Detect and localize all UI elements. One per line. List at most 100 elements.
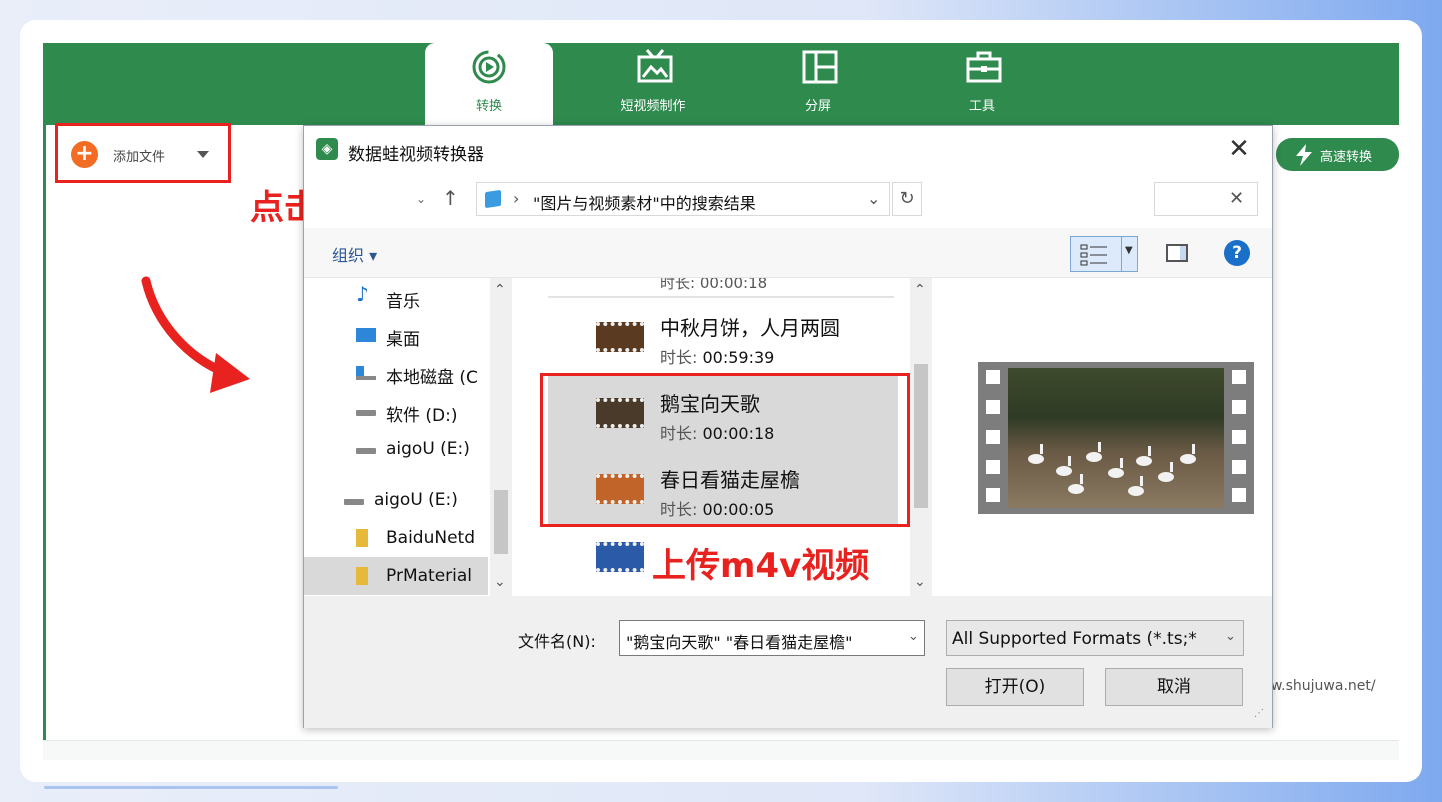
add-file-button[interactable]: + 添加文件 [55,123,231,183]
view-button-divider [1121,237,1122,271]
preview-pane [932,278,1272,596]
scrollbar-thumb[interactable] [914,364,928,508]
website-url-text: w.shujuwa.net/ [1271,678,1376,694]
organize-menu[interactable]: 组织 ▾ [332,242,377,266]
nav-item-label: PrMaterial [386,566,473,586]
nav-item-software-drive[interactable]: 软件 (D:) [304,392,488,430]
view-mode-button[interactable]: ▼ [1070,236,1138,272]
tab-split-screen-label: 分屏 [804,99,831,114]
address-path: "图片与视频素材"中的搜索结果 [533,194,756,213]
refresh-icon[interactable]: ↻ [892,182,922,216]
help-icon[interactable]: ? [1224,240,1250,266]
toolbox-icon [966,51,1002,83]
nav-item-label: 软件 (D:) [386,406,458,426]
history-dropdown-icon[interactable]: ⌄ [416,192,426,206]
file-type-select[interactable]: All Supported Formats (*.ts;* ⌄ [946,620,1244,656]
nav-item-label: 音乐 [386,292,420,312]
scroll-up-icon[interactable]: ⌃ [494,282,506,298]
scroll-up-icon[interactable]: ⌃ [914,282,926,298]
up-arrow-icon[interactable]: ↑ [442,186,459,210]
app-footer-strip [43,740,1399,760]
nav-item-label: 本地磁盘 (C [386,368,478,388]
tab-convert[interactable]: 转换 [425,43,553,125]
tab-short-video-label: 短视频制作 [620,99,686,114]
red-arrow-annotation [141,276,250,393]
tab-tools-label: 工具 [968,99,995,114]
app-left-border [43,125,46,760]
navigation-pane: ♪ 音乐 桌面 本地磁盘 (C 软件 (D:) aigoU (E:) aigoU… [304,278,512,596]
filename-value: "鹅宝向天歌" "春日看猫走屋檐" [626,633,853,652]
tab-short-video[interactable]: 短视频制作 [589,43,717,125]
dialog-title-bar: ◈ 数据蛙视频转换器 ✕ [304,126,1272,174]
address-bar[interactable]: › "图片与视频素材"中的搜索结果 ⌄ [476,182,890,216]
bottom-accent-bar [44,786,338,789]
dialog-toolbar: 组织 ▾ ▼ ? [304,228,1272,278]
file-name: 中秋月饼，人月两圆 [660,316,840,340]
tab-tools[interactable]: 工具 [918,43,1046,125]
search-results-icon [485,189,501,209]
preview-frame-image [1008,368,1224,508]
nav-pane-scrollbar[interactable]: ⌃ ⌄ [490,278,512,596]
high-speed-convert-button[interactable]: 高速转换 [1276,138,1399,171]
details-view-icon [1080,244,1107,266]
filename-input[interactable]: "鹅宝向天歌" "春日看猫走屋檐" ⌄ [619,620,925,656]
open-file-dialog: ◈ 数据蛙视频转换器 ✕ ⌄ ↑ › "图片与视频素材"中的搜索结果 ⌄ ↻ ✕… [303,125,1273,728]
view-dropdown-icon[interactable]: ▼ [1125,245,1133,256]
tab-convert-label: 转换 [475,99,502,114]
annotation-upload-hint: 上传m4v视频 [652,546,870,586]
partial-row-text: 时长: 00:00:18 [660,278,768,292]
video-preview-filmstrip [978,362,1254,514]
tab-split-screen[interactable]: 分屏 [754,43,882,125]
nav-item-music[interactable]: ♪ 音乐 [304,278,488,316]
file-list-scrollbar[interactable]: ⌃ ⌄ [910,278,932,596]
filename-label: 文件名(N): [518,632,596,651]
clear-search-icon[interactable]: ✕ [1229,188,1244,209]
resize-grip-icon[interactable]: ⋰ [1254,708,1264,719]
search-input[interactable]: ✕ [1154,182,1258,216]
folder-icon [356,529,368,547]
preview-pane-icon[interactable] [1166,244,1188,262]
music-icon: ♪ [356,282,369,306]
open-button[interactable]: 打开(O) [946,668,1084,706]
video-thumbnail-icon [596,542,644,572]
drive-icon [356,448,376,454]
nav-item-prmaterial[interactable]: PrMaterial [304,557,488,595]
dialog-title: 数据蛙视频转换器 [348,145,484,165]
folder-icon [356,567,368,585]
organize-label: 组织 [332,246,365,265]
nav-item-aigou-1[interactable]: aigoU (E:) [304,430,488,468]
chevron-down-icon[interactable]: ⌄ [1225,629,1236,644]
file-row[interactable]: 中秋月饼，人月两圆 时长: 00:59:39 [548,298,898,374]
nav-item-local-disk[interactable]: 本地磁盘 (C [304,354,488,392]
tv-icon [637,49,673,83]
high-speed-convert-label: 高速转换 [1320,150,1373,165]
top-navigation-bar: 转换 短视频制作 分屏 工具 [43,43,1399,125]
drive-icon [356,410,376,416]
scroll-down-icon[interactable]: ⌄ [494,574,506,590]
nav-item-aigou-2[interactable]: aigoU (E:) [304,481,488,519]
video-thumbnail-icon [596,322,644,352]
convert-icon [472,50,506,84]
nav-item-label: aigoU (E:) [386,439,470,459]
address-bar-row: ⌄ ↑ › "图片与视频素材"中的搜索结果 ⌄ ↻ ✕ [304,174,1272,228]
dialog-bottom-panel: 文件名(N): "鹅宝向天歌" "春日看猫走屋檐" ⌄ All Supporte… [304,596,1272,728]
nav-item-desktop[interactable]: 桌面 [304,316,488,354]
cancel-button[interactable]: 取消 [1105,668,1243,706]
drive-icon [344,499,364,505]
nav-item-label: BaiduNetd [386,528,476,548]
address-dropdown-icon[interactable]: ⌄ [867,189,880,208]
scroll-down-icon[interactable]: ⌄ [914,574,926,590]
nav-item-label: 桌面 [386,330,420,350]
chevron-down-icon[interactable]: ⌄ [908,629,919,644]
lightning-icon [1296,144,1312,166]
scrollbar-thumb[interactable] [494,490,508,554]
split-screen-icon [802,50,838,84]
chevron-down-icon[interactable] [197,151,209,158]
desktop-icon [356,328,376,342]
close-icon[interactable]: ✕ [1224,134,1254,164]
plus-icon: + [71,141,98,168]
nav-item-label: aigoU (E:) [374,490,458,510]
add-file-label: 添加文件 [113,150,166,165]
app-logo-icon: ◈ [316,138,338,160]
nav-item-baidunetdisk[interactable]: BaiduNetd [304,519,488,557]
